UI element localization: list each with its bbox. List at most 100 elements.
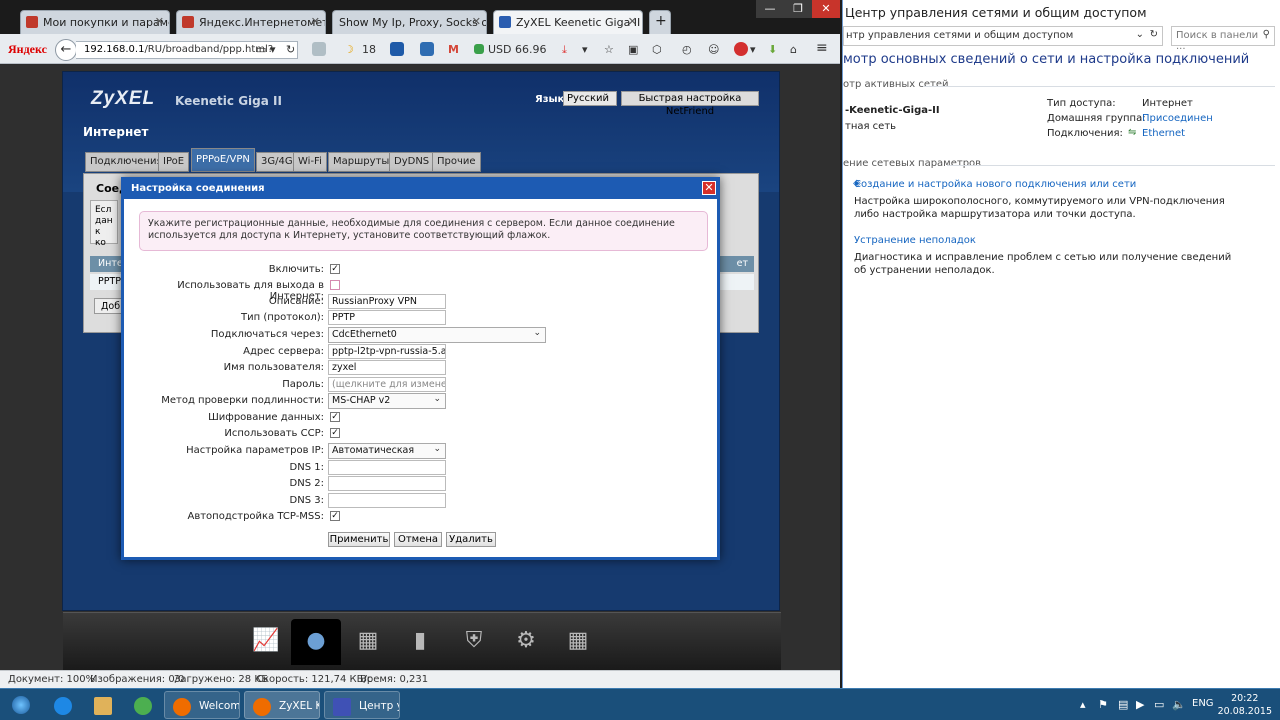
- tray-display-icon[interactable]: ▭: [1154, 698, 1164, 711]
- menu-icon[interactable]: ≡: [816, 40, 828, 56]
- encryption-checkbox[interactable]: ✓: [330, 412, 340, 422]
- smile-icon[interactable]: ☺: [708, 43, 719, 56]
- description-field[interactable]: RussianProxy VPN: [328, 294, 446, 309]
- tab-zyxel[interactable]: ZyXEL Keenetic Giga II - C... ✕: [493, 10, 643, 34]
- enable-checkbox[interactable]: ✓: [330, 264, 340, 274]
- adblock-icon[interactable]: [734, 42, 748, 56]
- close-icon[interactable]: ✕: [702, 181, 716, 195]
- ethernet-link[interactable]: Ethernet: [1142, 128, 1185, 139]
- taskbar-control-panel[interactable]: Центр уп...: [324, 691, 400, 719]
- section-title: Интернет: [83, 125, 149, 139]
- close-window-button[interactable]: ✕: [812, 0, 840, 18]
- close-tab-icon[interactable]: ✕: [628, 15, 637, 28]
- start-button[interactable]: [2, 691, 40, 719]
- dns1-field[interactable]: [328, 460, 446, 475]
- signal-icon[interactable]: ▮: [395, 619, 445, 665]
- close-tab-icon[interactable]: ✕: [155, 15, 164, 28]
- tab-3g4g[interactable]: 3G/4G: [256, 152, 298, 172]
- tab-wifi[interactable]: Wi-Fi: [293, 152, 327, 172]
- tab-connections[interactable]: Подключения: [85, 152, 168, 172]
- taskbar-explorer[interactable]: [84, 691, 122, 719]
- tray-expand-icon[interactable]: ▴: [1080, 698, 1086, 711]
- download-icon[interactable]: ⤓: [562, 43, 567, 57]
- homegroup-link[interactable]: Присоединен: [1142, 113, 1213, 124]
- tray-language[interactable]: ENG: [1192, 698, 1214, 709]
- translate-icon[interactable]: [420, 42, 434, 56]
- protocol-field[interactable]: PPTP: [328, 310, 446, 325]
- taskbar-chrome[interactable]: [124, 691, 162, 719]
- home-icon[interactable]: ⌂: [790, 43, 797, 56]
- shield-icon[interactable]: ⛨: [449, 619, 499, 665]
- chevron-down-icon[interactable]: ▾: [750, 43, 756, 56]
- close-tab-icon[interactable]: ✕: [311, 15, 320, 28]
- taskbar-ie[interactable]: [44, 691, 82, 719]
- bookmark-star-icon[interactable]: ☆: [604, 43, 614, 56]
- ip-select[interactable]: Автоматическая ⌄: [328, 443, 446, 459]
- tray-clock[interactable]: 20:22 20.08.2015: [1218, 692, 1272, 718]
- gmail-icon[interactable]: M: [448, 43, 459, 56]
- chevron-down-icon[interactable]: ⌄: [1136, 29, 1144, 40]
- network-icon[interactable]: ▦: [343, 619, 393, 665]
- language-select[interactable]: Русский: [563, 91, 617, 106]
- currency-icon[interactable]: [474, 44, 484, 54]
- username-field[interactable]: zyxel: [328, 360, 446, 375]
- ccp-checkbox[interactable]: ✓: [330, 428, 340, 438]
- page-heading: мотр основных сведений о сети и настройк…: [843, 52, 1250, 67]
- close-tab-icon[interactable]: ✕: [472, 15, 481, 28]
- new-connection-link[interactable]: Создание и настройка нового подключения …: [854, 179, 1136, 190]
- apps-grid-icon[interactable]: ▦: [553, 619, 603, 665]
- network-type: тная сеть: [845, 121, 897, 132]
- cancel-button[interactable]: Отмена: [394, 532, 442, 547]
- yandex-logo[interactable]: Яндекс: [8, 42, 47, 57]
- bookmarks-icon[interactable]: ▣: [628, 43, 638, 56]
- auth-select[interactable]: MS-CHAP v2 ⌄: [328, 393, 446, 409]
- server-field[interactable]: pptp-l2tp-vpn-russia-5.atomin: [328, 344, 446, 359]
- tcpmss-checkbox[interactable]: ✓: [330, 511, 340, 521]
- pocket-icon[interactable]: ⬡: [652, 43, 662, 56]
- tab-other[interactable]: Прочие: [432, 152, 481, 172]
- tray-volume-icon[interactable]: 🔈: [1172, 698, 1186, 711]
- tab-show-my-ip[interactable]: Show My Ip, Proxy, Socks or ... ✕: [332, 10, 487, 34]
- history-icon[interactable]: ◴: [682, 43, 692, 56]
- back-button[interactable]: ←: [55, 39, 77, 61]
- netfriend-button[interactable]: Быстрая настройка NetFriend: [621, 91, 759, 117]
- dropdown-icon[interactable]: ▾: [270, 43, 276, 56]
- via-select[interactable]: CdcEthernet0 ⌄: [328, 327, 546, 343]
- search-input[interactable]: Поиск в панели ... ⚲: [1171, 26, 1275, 52]
- tab-dydns[interactable]: DyDNS: [389, 152, 435, 172]
- vk-icon[interactable]: [390, 42, 404, 56]
- globe-icon[interactable]: ●: [291, 619, 341, 665]
- refresh-icon[interactable]: ↻: [1150, 29, 1158, 40]
- tab-ipoe[interactable]: IPoE: [158, 152, 190, 172]
- dns3-field[interactable]: [328, 493, 446, 508]
- password-field[interactable]: (щелкните для изменения): [328, 377, 446, 392]
- tab-purchases[interactable]: Мои покупки и параметр... ✕: [20, 10, 170, 34]
- reload-icon[interactable]: ↻: [286, 43, 295, 56]
- tab-internetometer[interactable]: Яндекс.Интернетометр ... ✕: [176, 10, 326, 34]
- gear-icon[interactable]: ⚙: [501, 619, 551, 665]
- usd-rate[interactable]: USD 66.96: [488, 43, 547, 56]
- maximize-button[interactable]: ❐: [784, 0, 812, 18]
- new-tab-button[interactable]: +: [649, 10, 671, 34]
- taskbar-firefox-welcome[interactable]: Welcome...: [164, 691, 240, 719]
- tray-network-icon[interactable]: ▤: [1118, 698, 1128, 711]
- description-label: Описание:: [268, 296, 324, 307]
- tab-routes[interactable]: Маршруты: [328, 152, 395, 172]
- download-manager-icon[interactable]: ⬇: [768, 43, 777, 56]
- dns2-field[interactable]: [328, 476, 446, 491]
- tray-flag-icon[interactable]: ⚑: [1098, 698, 1108, 711]
- address-bar[interactable]: нтр управления сетями и общим доступом ⌄…: [843, 26, 1163, 46]
- internet-checkbox[interactable]: [330, 280, 340, 290]
- tray-media-icon[interactable]: ▶: [1136, 698, 1144, 711]
- monitor-icon[interactable]: 📈: [241, 619, 291, 665]
- reader-icon[interactable]: ▭: [256, 43, 266, 56]
- tab-pppoe-vpn[interactable]: PPPoE/VPN: [191, 148, 255, 172]
- taskbar-firefox-zyxel[interactable]: ZyXEL Ke...: [244, 691, 320, 719]
- chevron-down-icon[interactable]: ▾: [582, 43, 588, 56]
- apply-button[interactable]: Применить: [328, 532, 390, 547]
- minimize-button[interactable]: —: [756, 0, 784, 18]
- screenshot-icon[interactable]: [312, 42, 326, 56]
- troubleshoot-link[interactable]: Устранение неполадок: [854, 235, 976, 246]
- weather-icon[interactable]: ☽: [344, 43, 354, 56]
- delete-button[interactable]: Удалить: [446, 532, 496, 547]
